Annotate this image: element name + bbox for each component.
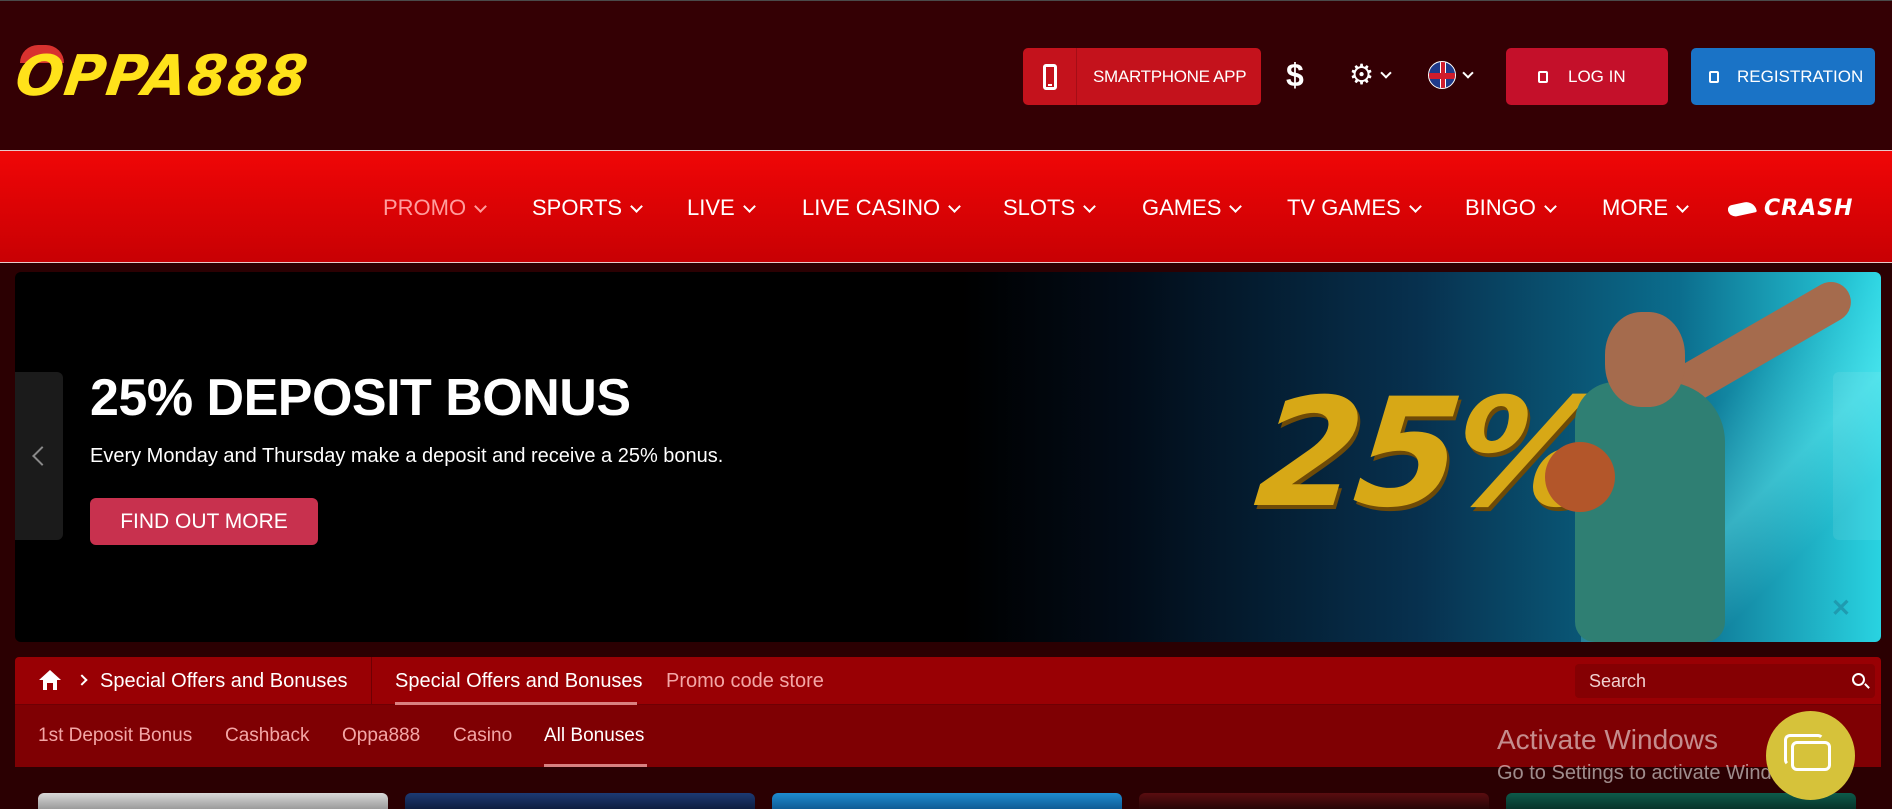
activate-subtitle: Go to Settings to activate Windows. (1497, 762, 1813, 784)
nav-label: SPORTS (532, 195, 623, 220)
site-logo[interactable]: OPPA888 (12, 44, 336, 109)
smartphone-app-button[interactable]: SMARTPHONE APP (1023, 48, 1261, 105)
registration-button[interactable]: REGISTRATION (1691, 48, 1875, 105)
chevron-down-icon (1408, 199, 1422, 213)
home-icon[interactable] (39, 670, 61, 690)
chevron-down-icon (948, 199, 962, 213)
promo-card[interactable] (38, 793, 388, 809)
plane-icon (1727, 199, 1757, 218)
promo-banner: 25% 25% DEPOSIT BONUS Every Monday and T… (15, 272, 1881, 642)
banner-subtitle: Every Monday and Thursday make a deposit… (90, 445, 724, 467)
nav-item-live[interactable]: LIVE (687, 195, 756, 221)
search-box (1575, 664, 1875, 698)
chevron-left-icon (32, 446, 52, 466)
crash-label: CRASH (1764, 196, 1854, 221)
flag-uk-icon (1428, 61, 1456, 89)
subtab-all-bonuses[interactable]: All Bonuses (544, 725, 644, 747)
chevron-down-icon (1229, 199, 1243, 213)
nav-label: LIVE (687, 195, 735, 220)
chevron-down-icon (1462, 67, 1474, 79)
nav-label: PROMO (383, 195, 467, 220)
currency-button[interactable]: $ (1286, 57, 1304, 94)
nav-label: SLOTS (1003, 195, 1076, 220)
basketball (1545, 442, 1615, 512)
nav-item-live-casino[interactable]: LIVE CASINO (802, 195, 962, 221)
login-button[interactable]: LOG IN (1506, 48, 1668, 105)
slider-next-button[interactable] (1833, 372, 1881, 540)
chevron-down-icon (474, 199, 487, 213)
nav-item-tv-games[interactable]: TV GAMES (1287, 195, 1422, 221)
chevron-down-icon (1380, 67, 1392, 79)
promo-card[interactable] (1139, 793, 1489, 809)
nav-label: LIVE CASINO (802, 195, 941, 220)
banner-title: 25% DEPOSIT BONUS (90, 369, 631, 427)
chevron-right-icon (76, 674, 88, 686)
chevron-down-icon (742, 199, 756, 213)
logo-text: OPPA888 (11, 44, 313, 109)
site-header: OPPA888 SMARTPHONE APP $ ⚙ LOG IN REGIST… (0, 0, 1892, 150)
nav-label: MORE (1602, 195, 1668, 220)
section-tabs-bar: Special Offers and Bonuses Special Offer… (15, 657, 1881, 705)
close-icon[interactable]: ✕ (1831, 594, 1851, 623)
registration-icon (1709, 70, 1719, 83)
chevron-down-icon (1083, 199, 1097, 213)
phone-icon-box (1023, 48, 1077, 105)
language-dropdown[interactable] (1428, 61, 1474, 89)
live-chat-button[interactable] (1766, 711, 1855, 800)
gear-icon: ⚙ (1349, 59, 1375, 90)
find-out-more-button[interactable]: FIND OUT MORE (90, 498, 318, 545)
nav-label: TV GAMES (1287, 195, 1401, 220)
chat-icon (1783, 733, 1831, 771)
search-input[interactable] (1575, 670, 1825, 692)
nav-label: GAMES (1142, 195, 1222, 220)
subtab-casino[interactable]: Casino (453, 725, 512, 747)
smartphone-app-label: SMARTPHONE APP (1093, 66, 1247, 86)
subtab-1st-deposit-bonus[interactable]: 1st Deposit Bonus (38, 725, 192, 747)
basketball-player-image (1535, 274, 1859, 642)
nav-item-sports[interactable]: SPORTS (532, 195, 643, 221)
breadcrumb-current[interactable]: Special Offers and Bonuses (100, 670, 348, 693)
slider-prev-button[interactable] (15, 372, 63, 540)
login-label: LOG IN (1568, 66, 1626, 86)
divider (371, 657, 372, 705)
login-icon (1538, 70, 1548, 83)
nav-item-crash[interactable]: CRASH (1727, 196, 1854, 221)
promo-card[interactable] (405, 793, 755, 809)
nav-item-promo[interactable]: PROMO (383, 195, 487, 221)
player-torso (1575, 382, 1725, 642)
nav-item-slots[interactable]: SLOTS (1003, 195, 1097, 221)
phone-icon (1042, 63, 1057, 90)
nav-item-games[interactable]: GAMES (1142, 195, 1243, 221)
search-icon[interactable] (1852, 673, 1865, 686)
nav-label: BINGO (1465, 195, 1536, 220)
subtab-cashback[interactable]: Cashback (225, 725, 310, 747)
nav-item-bingo[interactable]: BINGO (1465, 195, 1557, 221)
settings-dropdown[interactable]: ⚙ (1349, 59, 1392, 90)
chevron-down-icon (1544, 199, 1557, 213)
player-head (1605, 312, 1685, 407)
tab-special-offers[interactable]: Special Offers and Bonuses (395, 670, 643, 693)
chevron-down-icon (630, 199, 643, 213)
main-nav: PROMO SPORTS LIVE LIVE CASINO SLOTS GAME… (0, 150, 1892, 263)
chevron-down-icon (1676, 199, 1689, 213)
nav-item-more[interactable]: MORE (1602, 195, 1689, 221)
promo-card[interactable] (772, 793, 1122, 809)
subtab-oppa888[interactable]: Oppa888 (342, 725, 420, 747)
registration-label: REGISTRATION (1737, 66, 1864, 86)
tab-promo-code-store[interactable]: Promo code store (666, 670, 824, 693)
